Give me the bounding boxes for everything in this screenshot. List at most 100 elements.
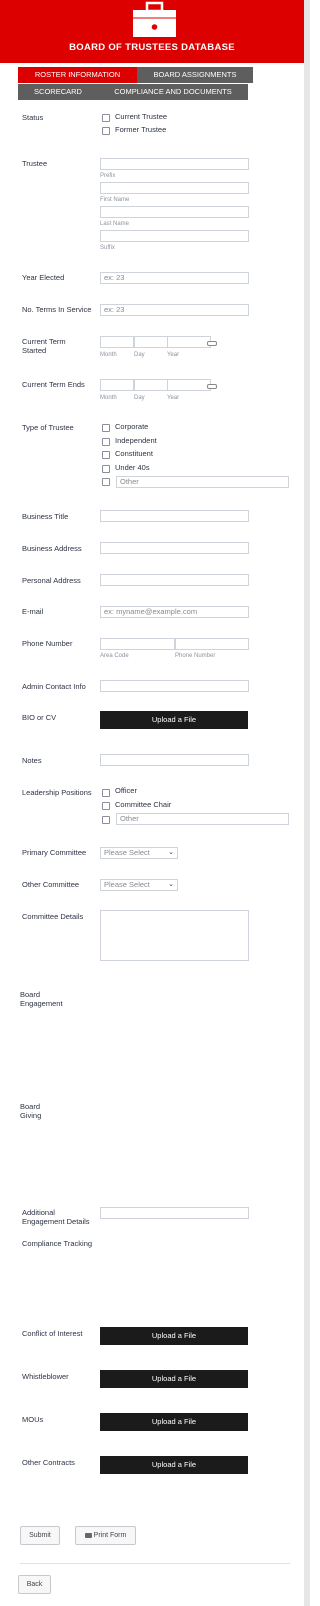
- other-committee-select[interactable]: Please Select ⌄: [100, 879, 178, 891]
- whistleblower-label: Whistleblower: [22, 1372, 69, 1381]
- page-edge: [304, 0, 310, 1606]
- phone-number-input[interactable]: [175, 638, 249, 650]
- no-terms-input[interactable]: ex: 23: [100, 304, 249, 316]
- primary-committee-select[interactable]: Please Select ⌄: [100, 847, 178, 859]
- end-year-input[interactable]: [167, 379, 211, 391]
- other-contracts-upload-button[interactable]: Upload a File: [100, 1456, 248, 1474]
- end-year-sublabel: Year: [167, 395, 180, 401]
- checkbox-independent[interactable]: [102, 438, 110, 446]
- officer-label: Officer: [115, 786, 137, 795]
- start-day-input[interactable]: [134, 336, 168, 348]
- suffix-sublabel: Suffix: [100, 245, 115, 251]
- other-committee-value: Please Select: [104, 880, 150, 889]
- compliance-tracking-label: Compliance Tracking: [22, 1239, 93, 1248]
- tab-board-assignments[interactable]: BOARD ASSIGNMENTS: [137, 67, 253, 83]
- chevron-down-icon: ⌄: [168, 849, 174, 856]
- current-trustee-label: Current Trustee: [115, 112, 168, 121]
- no-terms-label: No. Terms In Service: [22, 305, 92, 314]
- other-contracts-label: Other Contracts: [22, 1458, 75, 1467]
- mous-upload-button[interactable]: Upload a File: [100, 1413, 248, 1431]
- business-title-input[interactable]: [100, 510, 249, 522]
- current-term-started-label-line2: Started: [22, 346, 47, 355]
- constituent-label: Constituent: [115, 449, 153, 458]
- first-name-input[interactable]: [100, 182, 249, 194]
- checkbox-constituent[interactable]: [102, 451, 110, 459]
- page-title: BOARD OF TRUSTEES DATABASE: [69, 42, 235, 53]
- start-day-sublabel: Day: [134, 352, 145, 358]
- year-elected-input[interactable]: ex: 23: [100, 272, 249, 284]
- start-year-sublabel: Year: [167, 352, 180, 358]
- end-month-input[interactable]: [100, 379, 134, 391]
- committee-details-textarea[interactable]: [100, 910, 249, 961]
- checkbox-other-leadership[interactable]: [102, 816, 110, 824]
- last-name-sublabel: Last Name: [100, 221, 130, 227]
- former-trustee-label: Former Trustee: [115, 125, 167, 134]
- email-label: E-mail: [22, 607, 44, 616]
- area-code-sublabel: Area Code: [100, 653, 129, 659]
- additional-engagement-input[interactable]: [100, 1207, 249, 1219]
- phone-label: Phone Number: [22, 639, 73, 648]
- committee-chair-label: Committee Chair: [115, 800, 172, 809]
- briefcase-icon: [133, 1, 176, 37]
- admin-contact-input[interactable]: [100, 680, 249, 692]
- checkbox-under-40s[interactable]: [102, 465, 110, 473]
- last-name-input[interactable]: [100, 206, 249, 218]
- back-button[interactable]: Back: [18, 1575, 51, 1594]
- primary-committee-label: Primary Committee: [22, 848, 87, 857]
- checkbox-current-trustee[interactable]: [102, 114, 110, 122]
- additional-engagement-label-line2: Engagement Details: [22, 1217, 90, 1226]
- header-banner: BOARD OF TRUSTEES DATABASE: [0, 0, 304, 63]
- tab-roster-information[interactable]: ROSTER INFORMATION: [18, 67, 137, 83]
- year-elected-label: Year Elected: [22, 273, 65, 282]
- suffix-input[interactable]: [100, 230, 249, 242]
- conflict-of-interest-upload-button[interactable]: Upload a File: [100, 1327, 248, 1345]
- checkbox-corporate[interactable]: [102, 424, 110, 432]
- independent-label: Independent: [115, 436, 157, 445]
- bio-label: BIO or CV: [22, 713, 57, 722]
- checkbox-committee-chair[interactable]: [102, 802, 110, 810]
- business-title-label: Business Title: [22, 512, 69, 521]
- personal-address-input[interactable]: [100, 574, 249, 586]
- divider: [20, 1563, 290, 1564]
- business-address-label: Business Address: [22, 544, 82, 553]
- tab-compliance-and-documents[interactable]: COMPLIANCE AND DOCUMENTS: [98, 84, 248, 100]
- bio-upload-button[interactable]: Upload a File: [100, 711, 248, 729]
- chevron-down-icon: ⌄: [168, 881, 174, 888]
- area-code-input[interactable]: [100, 638, 175, 650]
- under-40s-label: Under 40s: [115, 463, 150, 472]
- other-type-input[interactable]: Other: [116, 476, 289, 488]
- other-leadership-input[interactable]: Other: [116, 813, 289, 825]
- checkbox-former-trustee[interactable]: [102, 127, 110, 135]
- current-term-ends-label: Current Term Ends: [22, 380, 85, 389]
- end-day-sublabel: Day: [134, 395, 145, 401]
- print-form-button[interactable]: Print Form: [75, 1526, 136, 1545]
- start-month-input[interactable]: [100, 336, 134, 348]
- calendar-icon[interactable]: [207, 384, 217, 389]
- first-name-sublabel: First Name: [100, 197, 130, 203]
- print-form-label: Print Form: [93, 1532, 127, 1539]
- business-address-input[interactable]: [100, 542, 249, 554]
- conflict-of-interest-label: Conflict of Interest: [22, 1329, 83, 1338]
- submit-button[interactable]: Submit: [20, 1526, 60, 1545]
- checkbox-other-type[interactable]: [102, 478, 110, 486]
- prefix-input[interactable]: [100, 158, 249, 170]
- type-of-trustee-label: Type of Trustee: [22, 423, 74, 432]
- leadership-positions-label: Leadership Positions: [22, 788, 92, 797]
- personal-address-label: Personal Address: [22, 576, 81, 585]
- tab-scorecard[interactable]: SCORECARD: [18, 84, 98, 100]
- end-day-input[interactable]: [134, 379, 168, 391]
- start-month-sublabel: Month: [100, 352, 117, 358]
- other-committee-label: Other Committee: [22, 880, 80, 889]
- board-giving-label-line2: Giving: [20, 1111, 42, 1120]
- checkbox-officer[interactable]: [102, 789, 110, 797]
- whistleblower-upload-button[interactable]: Upload a File: [100, 1370, 248, 1388]
- admin-contact-label: Admin Contact Info: [22, 682, 86, 691]
- status-label: Status: [22, 113, 44, 122]
- start-year-input[interactable]: [167, 336, 211, 348]
- end-month-sublabel: Month: [100, 395, 117, 401]
- notes-input[interactable]: [100, 754, 249, 766]
- mous-label: MOUs: [22, 1415, 44, 1424]
- email-field[interactable]: ex: myname@example.com: [100, 606, 249, 618]
- phone-number-sublabel: Phone Number: [175, 653, 216, 659]
- calendar-icon[interactable]: [207, 341, 217, 346]
